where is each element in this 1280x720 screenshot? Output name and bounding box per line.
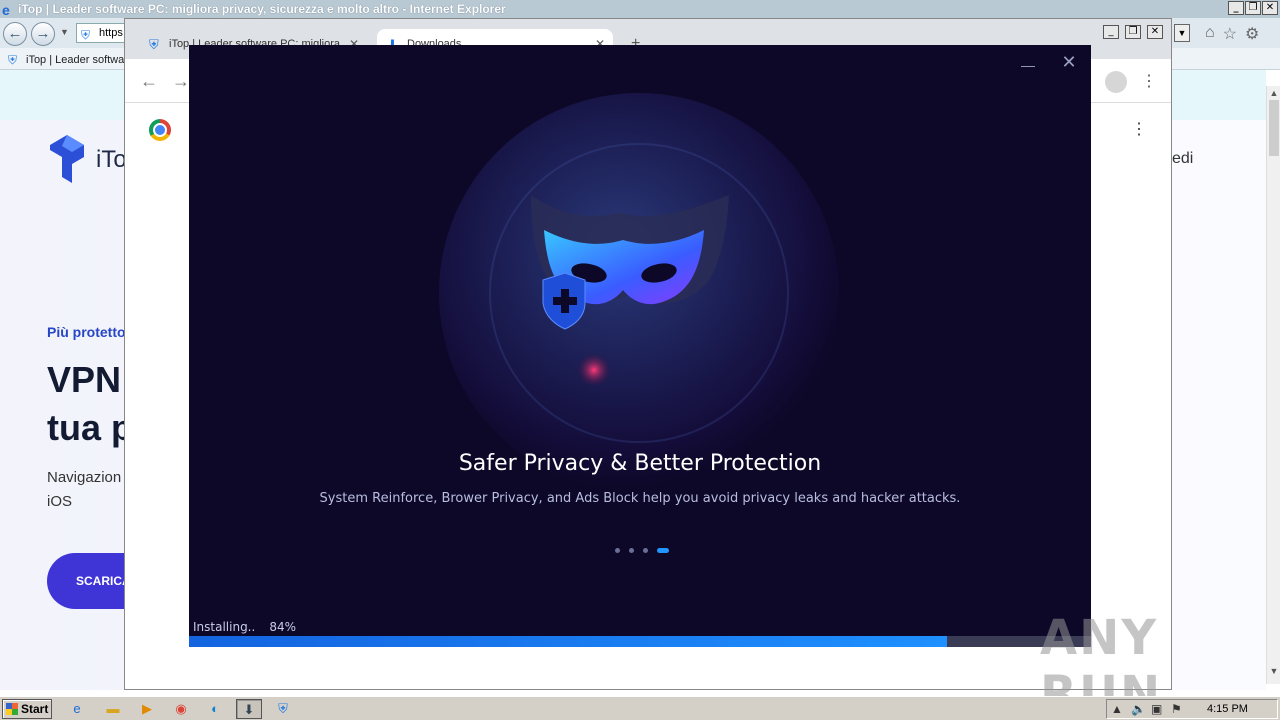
taskbar-clock[interactable]: 4:15 PM: [1207, 703, 1248, 715]
itop-favicon-icon: ⛨: [149, 37, 159, 52]
network-icon[interactable]: ▣: [1151, 702, 1162, 716]
installer-taskbar-icon[interactable]: ⬇: [236, 699, 262, 719]
windows-logo-icon: [6, 703, 18, 715]
install-status: Installing.. 84%: [193, 620, 310, 634]
ie-tab[interactable]: ⛨ iTop | Leader softwa: [4, 50, 124, 70]
favorites-star-icon[interactable]: ☆: [1223, 24, 1237, 44]
itop-favicon-icon: ⛨: [8, 53, 18, 67]
install-status-label: Installing..: [193, 620, 256, 634]
restore-button[interactable]: ❐: [1245, 1, 1261, 15]
slide-dot[interactable]: [615, 548, 620, 553]
ie-tab-label: iTop | Leader softwa: [26, 54, 124, 66]
profile-avatar[interactable]: [1105, 71, 1127, 93]
site-logo-text: iTo: [96, 146, 127, 173]
slide-headline: Safer Privacy & Better Protection: [458, 451, 822, 476]
address-dropdown-button[interactable]: ▼: [1174, 24, 1190, 42]
installer-minimize-button[interactable]: —: [1019, 58, 1037, 77]
ie-taskbar-icon[interactable]: e: [64, 699, 90, 719]
start-label: Start: [21, 702, 49, 716]
explorer-folder-icon[interactable]: ▬: [100, 699, 126, 719]
chrome-window-controls: _ ❐ ✕: [1103, 25, 1163, 39]
install-progress-bar: [189, 636, 1091, 647]
minimize-button[interactable]: _: [1103, 25, 1119, 39]
tray-expand-icon[interactable]: ▲: [1111, 702, 1123, 716]
close-button[interactable]: ✕: [1262, 1, 1278, 15]
itop-logo-icon: [50, 135, 84, 183]
settings-gear-icon[interactable]: ⚙: [1245, 24, 1259, 44]
history-dropdown-icon[interactable]: ▼: [60, 27, 69, 37]
itop-taskbar-icon[interactable]: ⛨: [270, 699, 296, 719]
installer-close-button[interactable]: ✕: [1059, 53, 1079, 73]
chrome-menu-icon[interactable]: ⋮: [1141, 71, 1157, 91]
downloads-menu-icon[interactable]: ⋮: [1131, 119, 1147, 139]
slide-subtitle: System Reinforce, Brower Privacy, and Ad…: [319, 491, 961, 506]
site-nav-text: edi: [1172, 150, 1194, 167]
installer-window: — ✕ Safer Privacy & Better Protection Sy…: [189, 45, 1091, 647]
ie-toolbar-icons: ⌂ ☆ ⚙: [1205, 24, 1259, 44]
slide-indicator: [615, 548, 669, 553]
site-tagline: Più protetto: [47, 324, 126, 340]
chrome-logo-icon: [149, 119, 171, 141]
restore-button[interactable]: ❐: [1125, 25, 1141, 39]
privacy-mask-illustration: [531, 195, 729, 385]
back-arrow-icon[interactable]: ←: [137, 69, 161, 93]
ie-title-bar: e iTop | Leader software PC: migliora pr…: [0, 0, 1280, 18]
ie-vertical-scrollbar[interactable]: ▲ ▼: [1266, 86, 1280, 684]
ie-window-controls: _ ❐ ✕: [1228, 1, 1278, 15]
slide-dot[interactable]: [629, 548, 634, 553]
address-text: https: [99, 27, 123, 39]
scroll-up-arrow-icon[interactable]: ▲: [1267, 86, 1280, 100]
ie-logo-icon: e: [2, 2, 10, 18]
volume-icon[interactable]: 🔈: [1131, 702, 1146, 716]
shield-icon: ⛨: [81, 28, 91, 42]
slide-dot-active[interactable]: [657, 548, 669, 553]
install-progress-percent: 84%: [269, 620, 296, 634]
minimize-button[interactable]: _: [1228, 1, 1244, 15]
back-button[interactable]: ←: [3, 22, 27, 46]
install-progress-fill: [189, 636, 947, 647]
scrollbar-thumb[interactable]: [1269, 100, 1279, 156]
start-button[interactable]: Start: [2, 699, 52, 719]
forward-button[interactable]: →: [31, 22, 55, 46]
close-button[interactable]: ✕: [1147, 25, 1163, 39]
home-icon[interactable]: ⌂: [1205, 24, 1215, 44]
taskbar: Start e ▬ ▶ ◉ ◐ ⬇ ⛨ ▲ 🔈 ▣ ⚑ 4:15 PM: [0, 696, 1280, 720]
ie-window-title: iTop | Leader software PC: migliora priv…: [18, 2, 506, 16]
address-bar[interactable]: ⛨ https: [76, 23, 126, 43]
action-center-flag-icon[interactable]: ⚑: [1171, 702, 1182, 716]
slide-dot[interactable]: [643, 548, 648, 553]
media-player-icon[interactable]: ▶: [134, 699, 160, 719]
system-tray: ▲ 🔈 ▣ ⚑ 4:15 PM: [1106, 699, 1278, 719]
chrome-taskbar-icon[interactable]: ◉: [168, 699, 194, 719]
edge-taskbar-icon[interactable]: ◐: [202, 699, 228, 719]
